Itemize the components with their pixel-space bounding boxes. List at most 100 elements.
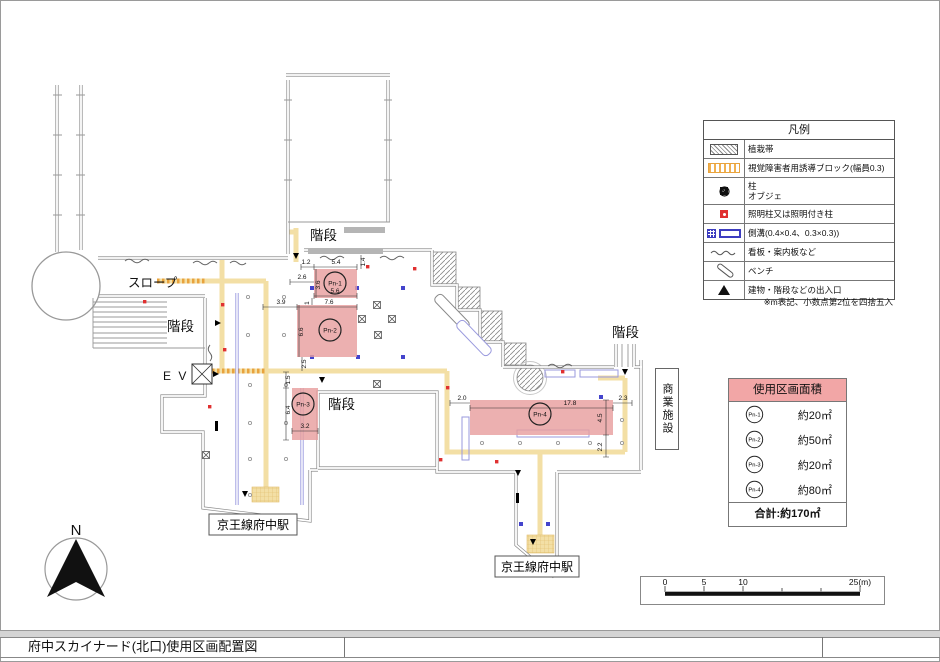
legend-title: 凡例 [704, 121, 894, 140]
zone-pn4-badge: Pn-4 [745, 480, 764, 499]
dim-pn4-offset-right: 2.3 [618, 395, 627, 402]
scale-tick-25: 25(m) [849, 577, 871, 587]
legend-label: 照明柱又は照明付き柱 [745, 207, 894, 221]
bench-icon [713, 262, 735, 280]
legend-label-pillar: 柱 [748, 181, 891, 191]
entrance-icon [717, 284, 731, 296]
zone-pn3-label: Pn-3 [296, 402, 310, 409]
legend-row-tactile: 視覚障害者用誘導ブロック(幅員0.3) [704, 159, 894, 178]
zone-pn4-label: Pn-4 [533, 412, 547, 419]
legend-label-objet: オブジェ [748, 191, 891, 201]
svg-text:Pn-4: Pn-4 [748, 488, 761, 494]
table-row: Pn-1 約20㎡ [729, 402, 846, 427]
scale-tick-10: 10 [738, 577, 748, 587]
dim-pn1-gap: 1 [304, 301, 311, 305]
stairs-label-west: 階段 [167, 319, 194, 334]
dim-pn2-left: 6.6 [298, 327, 305, 336]
tactile-block-icon [708, 163, 740, 173]
area-table-total: 合計:約170㎡ [729, 502, 846, 526]
station-labels: 京王線府中駅 京王線府中駅 [209, 514, 579, 577]
legend-label: ベンチ [745, 264, 894, 278]
zone-pn1-badge: Pn-1 [745, 405, 764, 424]
signboard-icon [709, 247, 739, 257]
legend-label: 植栽帯 [745, 142, 894, 156]
gutter-grate-icon [707, 229, 716, 238]
slope-turn-circle [32, 252, 100, 320]
drawing-title: 府中スカイナード(北口)使用区画配置図 [0, 637, 345, 657]
area-table-title: 使用区画面積 [729, 379, 846, 402]
zone-pn2-label: Pn-2 [323, 328, 337, 335]
dim-pn2-top: 7.6 [324, 299, 333, 306]
legend-row-pillar-object: 柱 オブジェ [704, 178, 894, 205]
title-block-mid-cell [345, 637, 823, 657]
legend-row-bench: ベンチ [704, 262, 894, 281]
dim-pn4-offset-bottom: 2.2 [597, 442, 604, 451]
stair-tread-band [344, 227, 385, 233]
north-arrow: N [30, 505, 125, 610]
planting-hatch-icon [710, 144, 738, 155]
svg-text:Pn-2: Pn-2 [748, 438, 760, 444]
legend-row-light: 照明柱又は照明付き柱 [704, 205, 894, 224]
north-label: N [71, 522, 82, 539]
tactile-warning-block [527, 535, 554, 553]
station-label-west: 京王線府中駅 [217, 517, 289, 532]
usage-zones [292, 269, 613, 440]
tactile-warning-block [252, 487, 279, 502]
legend-note: ※m表記、小数点第2位を四捨五入 [703, 296, 893, 308]
svg-text:Pn-3: Pn-3 [748, 463, 760, 469]
zone-pn1-label: Pn-1 [328, 281, 342, 288]
legend-box: 凡例 植栽帯 視覚障害者用誘導ブロック(幅員0.3) 柱 オブジェ 照明柱又は照… [703, 120, 895, 300]
zone-pn4-area: 約80㎡ [798, 482, 832, 498]
stairs-label-top: 階段 [310, 228, 337, 243]
title-block: 府中スカイナード(北口)使用区画配置図 [0, 630, 940, 658]
dim-pn3-bottom: 3.2 [300, 423, 309, 430]
stairs-label-center: 階段 [328, 397, 355, 412]
legend-row-signboard: 看板・案内板など [704, 243, 894, 262]
zone-pn2-area: 約50㎡ [798, 432, 832, 448]
legend-row-planting: 植栽帯 [704, 140, 894, 159]
dim-pn4-right: 4.5 [597, 413, 604, 422]
legend-label: 側溝(0.4×0.4、0.3×0.3)) [745, 226, 894, 240]
site-plan: 1.2 5.4 1.4 2.6 3.6 5.6 1 3.9 7.6 6.6 2.… [0, 0, 940, 630]
elevator-label: E V [163, 369, 188, 383]
zone-pn1-area: 約20㎡ [798, 407, 832, 423]
dim-pn1-top: 5.4 [331, 259, 340, 266]
zone-pn3-badge: Pn-3 [745, 455, 764, 474]
legend-row-gutter: 側溝(0.4×0.4、0.3×0.3)) [704, 224, 894, 243]
scale-tick-5: 5 [702, 577, 707, 587]
gutter-rect-icon [719, 229, 741, 238]
legend-label: 視覚障害者用誘導ブロック(幅員0.3) [745, 161, 894, 175]
zone-pn2-badge: Pn-2 [745, 430, 764, 449]
dim-pn3-left: 6.4 [285, 405, 292, 414]
dim-pn3-offset-top: 1.5 [285, 375, 292, 384]
svg-text:Pn-1: Pn-1 [748, 413, 760, 419]
table-row: Pn-4 約80㎡ [729, 477, 846, 502]
dim-pn1-offset-left: 2.6 [297, 274, 306, 281]
zone-pn3-area: 約20㎡ [798, 457, 832, 473]
title-block-right-cell [823, 637, 940, 657]
dim-pn1-offset-top: 1.2 [301, 259, 310, 266]
legend-label: 建物・階段などの出入口 [745, 283, 894, 297]
area-table: 使用区画面積 Pn-1 約20㎡ Pn-2 約50㎡ Pn-3 約20㎡ Pn-… [728, 378, 847, 527]
scale-tick-0: 0 [663, 577, 668, 587]
planter-circle [517, 365, 543, 391]
dim-pn1-left: 3.6 [315, 280, 322, 289]
commercial-facility-label: 商業施設 [655, 368, 679, 450]
elevator-box [192, 364, 212, 384]
north-arrow-glyph [47, 539, 105, 597]
tactile-paving-paths [157, 228, 625, 535]
dim-pn4-offset-left: 2.0 [457, 395, 466, 402]
slope-label: スロープ [128, 276, 178, 290]
dim-pn1-right-gap: 1.4 [360, 257, 367, 266]
light-pillar-icon [720, 210, 728, 218]
dim-pn2-offset-left: 3.9 [276, 299, 285, 306]
station-label-south: 京王線府中駅 [501, 559, 573, 574]
dim-pn4-top: 17.8 [564, 400, 577, 407]
scale-bar: 0 5 10 25(m) [640, 576, 885, 606]
objet-icon [719, 186, 730, 197]
table-row: Pn-3 約20㎡ [729, 452, 846, 477]
legend-label: 看板・案内板など [745, 245, 894, 259]
table-row: Pn-2 約50㎡ [729, 427, 846, 452]
stair-tread-band [308, 248, 383, 254]
stairs-label-east: 階段 [612, 325, 639, 340]
